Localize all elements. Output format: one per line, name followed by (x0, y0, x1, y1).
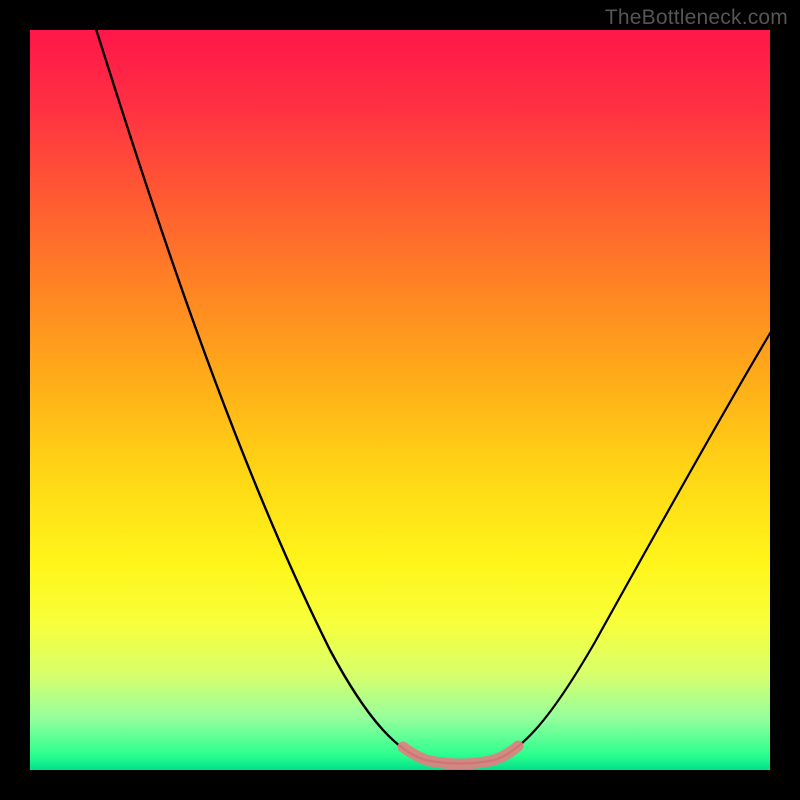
plot-area (30, 30, 770, 770)
left-branch-curve (90, 30, 425, 760)
right-branch-curve (495, 325, 770, 760)
bottom-highlight (403, 746, 518, 764)
watermark-text: TheBottleneck.com (605, 6, 788, 30)
chart-frame: TheBottleneck.com (0, 0, 800, 800)
curve-layer (30, 30, 770, 770)
